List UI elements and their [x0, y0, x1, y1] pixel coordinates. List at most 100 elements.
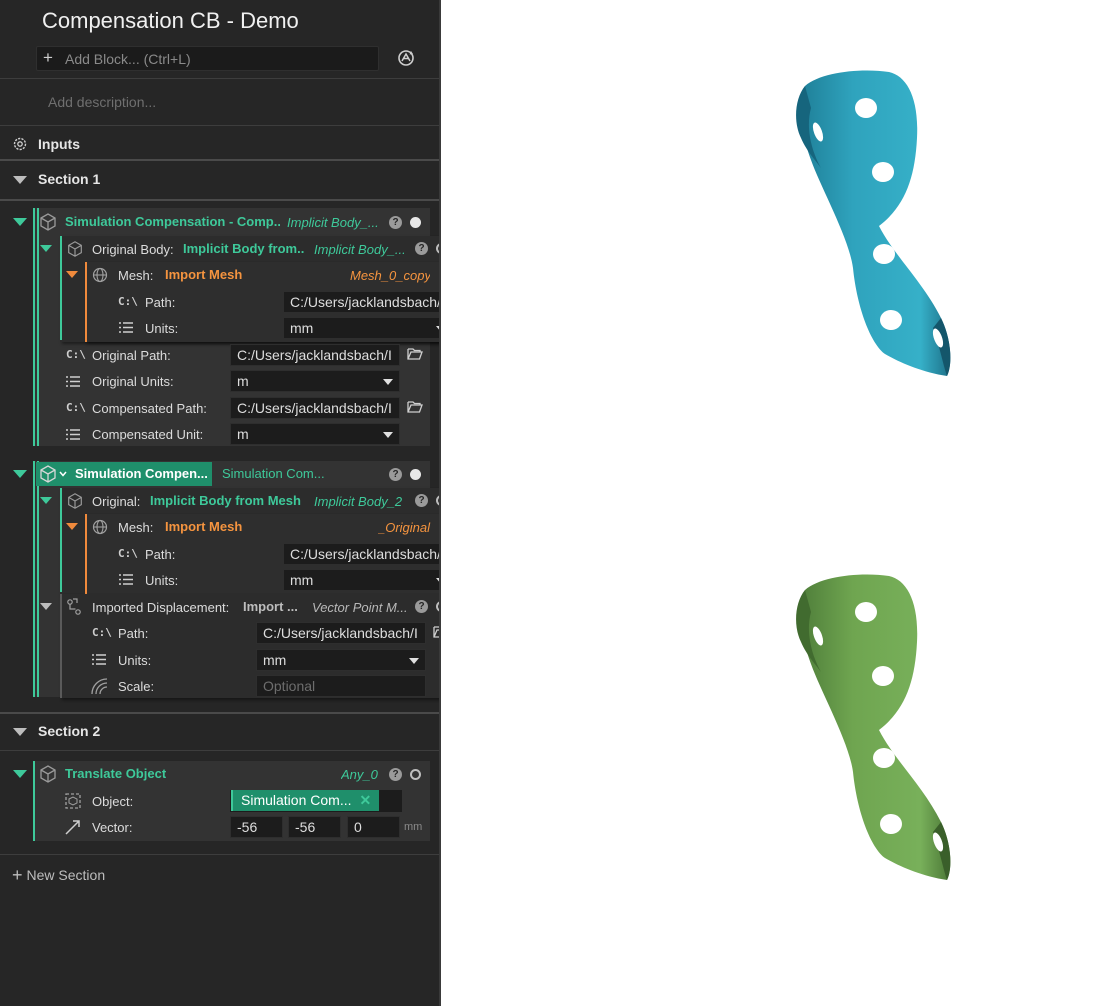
chevron-down-icon	[383, 379, 393, 385]
block-editor-panel: Compensation CB - Demo + Add Block... (C…	[0, 0, 483, 1006]
displacement-output[interactable]: Vector Point M...	[312, 600, 407, 615]
section-2-collapse-icon[interactable]	[13, 728, 27, 736]
mesh-value[interactable]: Import Mesh	[165, 519, 242, 534]
vector-label: Vector:	[92, 820, 133, 835]
compensated-path-input[interactable]: C:/Users/jacklandsbach/I	[230, 397, 400, 419]
folder-open-icon[interactable]	[407, 347, 423, 361]
globe-icon	[92, 519, 108, 535]
block-2-title[interactable]: Simulation Compen...	[75, 466, 207, 481]
mesh-path-input[interactable]: C:/Users/jacklandsbach/I	[283, 543, 453, 565]
block-accent-line	[33, 208, 35, 446]
divider	[0, 125, 439, 126]
help-icon[interactable]: ?	[389, 768, 402, 781]
translate-collapse-icon[interactable]	[13, 770, 27, 778]
original-collapse-icon[interactable]	[40, 497, 52, 504]
section-2-label[interactable]: Section 2	[38, 723, 100, 739]
object-chip[interactable]: Simulation Com... ✕	[231, 790, 380, 811]
3d-viewport[interactable]	[441, 0, 1099, 1006]
original-body-output[interactable]: Implicit Body_...	[314, 242, 404, 257]
help-icon[interactable]: ?	[415, 242, 428, 255]
object-chip-label: Simulation Com...	[241, 792, 352, 808]
mesh-units-value: mm	[290, 320, 314, 336]
vector-z-input[interactable]: 0	[347, 816, 400, 838]
close-icon[interactable]: ✕	[359, 792, 371, 808]
help-icon[interactable]: ?	[389, 216, 402, 229]
mesh-output[interactable]: _Original	[378, 520, 433, 535]
mesh-path-label: Path:	[145, 547, 176, 562]
help-icon[interactable]: ?	[415, 494, 428, 507]
mesh-collapse-icon[interactable]	[66, 271, 78, 278]
divider	[0, 159, 439, 161]
divider	[0, 199, 439, 201]
compensated-unit-select[interactable]: m	[230, 423, 400, 445]
mesh-units-select[interactable]: mm	[283, 569, 453, 591]
compensated-path-label: Compensated Path:	[92, 401, 207, 416]
new-section-label: New Section	[26, 867, 106, 883]
section-1-collapse-icon[interactable]	[13, 176, 27, 184]
description-field[interactable]: Add description...	[48, 94, 156, 110]
implicit-body-icon	[68, 493, 82, 509]
mesh-path-label: Path:	[145, 295, 176, 310]
displacement-units-select[interactable]: mm	[256, 649, 426, 671]
object-label: Object:	[92, 794, 134, 809]
displacement-scale-input[interactable]: Optional	[256, 675, 426, 697]
original-path-input[interactable]: C:/Users/jacklandsbach/I	[230, 344, 400, 366]
visibility-dot[interactable]	[410, 217, 421, 228]
mesh-units-select[interactable]: mm	[283, 317, 453, 339]
block-2-collapse-icon[interactable]	[13, 470, 27, 478]
divider	[0, 712, 439, 714]
path-icon: C:\	[92, 626, 112, 639]
vector-arrow-icon	[65, 820, 80, 835]
inputs-header[interactable]: Inputs	[38, 136, 80, 152]
compensated-part-model-blue[interactable]	[781, 68, 971, 380]
translate-title[interactable]: Translate Object	[65, 766, 166, 781]
block-cube-icon	[40, 213, 56, 231]
displacement-scale-label: Scale:	[118, 679, 155, 694]
displacement-value[interactable]: Import ...	[243, 599, 301, 614]
original-body-value[interactable]: Implicit Body from...	[183, 241, 305, 256]
vector-x-input[interactable]: -56	[230, 816, 283, 838]
original-units-select[interactable]: m	[230, 370, 400, 392]
original-output[interactable]: Implicit Body_2	[314, 494, 404, 509]
auto-update-icon[interactable]	[396, 48, 416, 68]
block-2-output[interactable]: Simulation Com...	[222, 466, 332, 481]
block-1-collapse-icon[interactable]	[13, 218, 27, 226]
vector-y-input[interactable]: -56	[288, 816, 341, 838]
inputs-gear-icon	[13, 137, 27, 151]
new-section-button[interactable]: + New Section	[12, 864, 105, 885]
displacement-path-input[interactable]: C:/Users/jacklandsbach/I	[256, 622, 426, 644]
original-body-collapse-icon[interactable]	[40, 245, 52, 252]
help-icon[interactable]: ?	[415, 600, 428, 613]
block-accent-line	[37, 208, 39, 446]
mesh-label: Mesh:	[118, 520, 154, 535]
section-1-label[interactable]: Section 1	[38, 171, 100, 187]
visibility-dot[interactable]	[410, 469, 421, 480]
original-part-model-green[interactable]	[781, 572, 971, 884]
original-units-label: Original Units:	[92, 374, 174, 389]
visibility-dot[interactable]	[410, 769, 421, 780]
mesh-collapse-icon[interactable]	[66, 523, 78, 530]
list-icon	[119, 322, 133, 333]
block-1-output[interactable]: Implicit Body_...	[287, 215, 382, 230]
mesh-value[interactable]: Import Mesh	[165, 267, 242, 282]
chevron-down-icon[interactable]	[58, 469, 68, 479]
original-label: Original:	[92, 494, 141, 509]
block-1-title[interactable]: Simulation Compensation - Comp...	[65, 214, 280, 229]
help-icon[interactable]: ?	[389, 468, 402, 481]
mesh-path-input[interactable]: C:/Users/jacklandsbach/I	[283, 291, 453, 313]
displacement-collapse-icon[interactable]	[40, 603, 52, 610]
mesh-units-label: Units:	[145, 321, 179, 336]
displacement-path-label: Path:	[118, 626, 149, 641]
add-block-input[interactable]: + Add Block... (Ctrl+L)	[36, 46, 379, 71]
path-icon: C:\	[118, 547, 138, 560]
mesh-units-label: Units:	[145, 573, 179, 588]
original-value[interactable]: Implicit Body from Mesh	[150, 493, 305, 508]
block-accent-line	[33, 461, 35, 697]
globe-icon	[92, 267, 108, 283]
mesh-output[interactable]: Mesh_0_copy	[350, 268, 430, 283]
list-icon	[92, 654, 106, 665]
translate-output[interactable]: Any_0	[341, 767, 381, 782]
block-accent-line	[33, 761, 35, 841]
list-icon	[119, 574, 133, 585]
folder-open-icon[interactable]	[407, 400, 423, 414]
